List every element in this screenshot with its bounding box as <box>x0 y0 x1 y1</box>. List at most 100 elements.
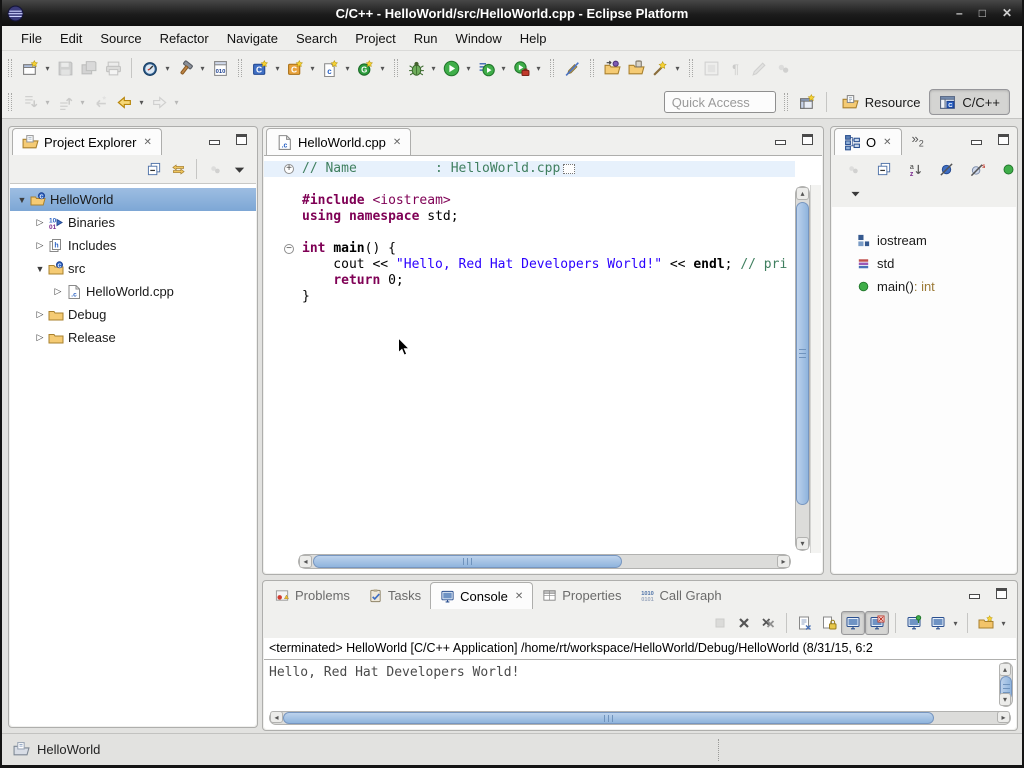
perspective-resource-button[interactable]: Resource <box>833 89 930 115</box>
expand-arrow-icon[interactable]: ▷ <box>32 309 48 320</box>
scroll-left-icon[interactable]: ◂ <box>299 555 312 568</box>
export-button[interactable] <box>624 56 648 80</box>
minimize-view-button[interactable] <box>209 140 220 145</box>
pin-console-button[interactable] <box>902 611 926 635</box>
minimize-view-button[interactable] <box>969 594 980 599</box>
tree-item-helloworld[interactable]: ▼CHelloWorld <box>10 188 256 211</box>
scrollbar-thumb[interactable] <box>313 555 622 568</box>
link-with-editor-button[interactable] <box>166 157 190 181</box>
maximize-view-button[interactable] <box>998 134 1009 145</box>
binary-file-button[interactable]: 010 <box>208 56 232 80</box>
outline-tree[interactable]: iostreamstdmain() : int <box>832 207 1016 573</box>
scroll-down-icon[interactable]: ▾ <box>796 537 809 550</box>
run-dropdown[interactable]: ▾ <box>463 64 474 73</box>
minimize-button[interactable]: – <box>956 0 963 26</box>
run-config-button[interactable] <box>474 56 498 80</box>
scrollbar-thumb[interactable] <box>283 712 934 724</box>
tree-item-includes[interactable]: ▷hIncludes <box>10 234 256 257</box>
maximize-button[interactable]: □ <box>979 0 986 26</box>
outline-item-main-[interactable]: main() : int <box>832 275 1016 298</box>
debug-dropdown[interactable]: ▾ <box>428 64 439 73</box>
editor-vertical-scrollbar[interactable]: ▴ ▾ <box>795 186 810 551</box>
new-c-file-dropdown[interactable]: ▾ <box>342 64 353 73</box>
menu-refactor[interactable]: Refactor <box>151 28 218 49</box>
open-perspective-button[interactable] <box>796 90 820 114</box>
remove-launch-button[interactable] <box>732 611 756 635</box>
close-button[interactable]: ✕ <box>1002 0 1012 26</box>
expand-arrow-icon[interactable]: ▷ <box>50 286 66 297</box>
menu-project[interactable]: Project <box>346 28 404 49</box>
new-c-project-button[interactable]: C <box>248 56 272 80</box>
perspective-cpp-button[interactable]: C C/C++ <box>929 89 1010 115</box>
back-dropdown[interactable]: ▾ <box>136 98 147 107</box>
new-wizard-dropdown[interactable]: ▾ <box>42 64 53 73</box>
new-cpp-class-dropdown[interactable]: ▾ <box>307 64 318 73</box>
display-console-button[interactable] <box>926 611 950 635</box>
search-wand-dropdown[interactable]: ▾ <box>672 64 683 73</box>
minimize-view-button[interactable] <box>775 140 786 145</box>
menu-search[interactable]: Search <box>287 28 346 49</box>
view-menu-button[interactable] <box>843 181 867 205</box>
close-icon[interactable]: ✕ <box>515 591 523 602</box>
scroll-lock-button[interactable] <box>817 611 841 635</box>
new-make-target-dropdown[interactable]: ▾ <box>377 64 388 73</box>
external-tools-dropdown[interactable]: ▾ <box>533 64 544 73</box>
back-button[interactable] <box>112 90 136 114</box>
tab-tasks[interactable]: Tasks <box>359 582 430 609</box>
project-explorer-tree[interactable]: ▼CHelloWorld▷1001Binaries▷hIncludes▼Csrc… <box>10 183 256 726</box>
menu-navigate[interactable]: Navigate <box>218 28 287 49</box>
close-icon[interactable]: ✕ <box>393 137 401 148</box>
tab-console[interactable]: Console✕ <box>430 582 533 609</box>
view-menu-button[interactable] <box>227 157 251 181</box>
tab-helloworld-cpp[interactable]: .c HelloWorld.cpp ✕ <box>266 128 411 155</box>
menu-run[interactable]: Run <box>405 28 447 49</box>
hide-static-button[interactable]: s <box>965 157 989 181</box>
debug-button[interactable] <box>404 56 428 80</box>
sort-az-button[interactable]: az <box>903 157 927 181</box>
scroll-down-icon[interactable]: ▾ <box>999 693 1011 706</box>
editor-horizontal-scrollbar[interactable]: ◂ ▸ <box>298 554 791 569</box>
scroll-right-icon[interactable]: ▸ <box>777 555 790 568</box>
scroll-left-icon[interactable]: ◂ <box>270 711 283 723</box>
tab-properties[interactable]: Properties <box>533 582 630 609</box>
expand-arrow-icon[interactable]: ▷ <box>32 332 48 343</box>
menu-edit[interactable]: Edit <box>51 28 91 49</box>
new-c-file-button[interactable]: c <box>318 56 342 80</box>
new-wizard-button[interactable] <box>18 56 42 80</box>
profile-button[interactable] <box>138 56 162 80</box>
scrollbar-thumb[interactable] <box>796 202 809 505</box>
quick-access-input[interactable] <box>664 91 776 113</box>
minimize-view-button[interactable] <box>971 140 982 145</box>
new-c-project-dropdown[interactable]: ▾ <box>272 64 283 73</box>
maximize-view-button[interactable] <box>802 134 813 145</box>
scroll-right-icon[interactable]: ▸ <box>997 711 1010 723</box>
tree-item-helloworld-cpp[interactable]: ▷.cHelloWorld.cpp <box>10 280 256 303</box>
hide-nonpublic-button[interactable] <box>996 157 1020 181</box>
console-output[interactable]: Hello, Red Hat Developers World! <box>269 665 519 680</box>
mark-occurrences-button[interactable] <box>560 56 584 80</box>
tree-item-binaries[interactable]: ▷1001Binaries <box>10 211 256 234</box>
outline-item-std[interactable]: std <box>832 252 1016 275</box>
tab-call-graph[interactable]: 10100101Call Graph <box>631 582 731 609</box>
tree-item-debug[interactable]: ▷Debug <box>10 303 256 326</box>
close-icon[interactable]: ✕ <box>143 137 151 148</box>
profile-dropdown[interactable]: ▾ <box>162 64 173 73</box>
search-wand-button[interactable] <box>648 56 672 80</box>
build-dropdown[interactable]: ▾ <box>197 64 208 73</box>
menu-help[interactable]: Help <box>511 28 556 49</box>
import-button[interactable] <box>600 56 624 80</box>
expand-arrow-icon[interactable]: ▷ <box>32 240 48 251</box>
external-tools-button[interactable] <box>509 56 533 80</box>
tree-item-release[interactable]: ▷Release <box>10 326 256 349</box>
code-editor-area[interactable]: +// Name : HelloWorld.cpp#include <iostr… <box>264 155 822 573</box>
maximize-view-button[interactable] <box>236 134 247 145</box>
new-make-target-button[interactable]: G <box>353 56 377 80</box>
clear-console-button[interactable] <box>793 611 817 635</box>
scroll-up-icon[interactable]: ▴ <box>999 663 1011 676</box>
menu-file[interactable]: File <box>12 28 51 49</box>
open-console-dropdown[interactable]: ▾ <box>998 619 1009 628</box>
display-console-dropdown[interactable]: ▾ <box>950 619 961 628</box>
collapse-arrow-icon[interactable]: ▼ <box>32 264 48 274</box>
show-stderr-button[interactable] <box>865 611 889 635</box>
collapse-fold-icon[interactable]: − <box>284 244 294 254</box>
